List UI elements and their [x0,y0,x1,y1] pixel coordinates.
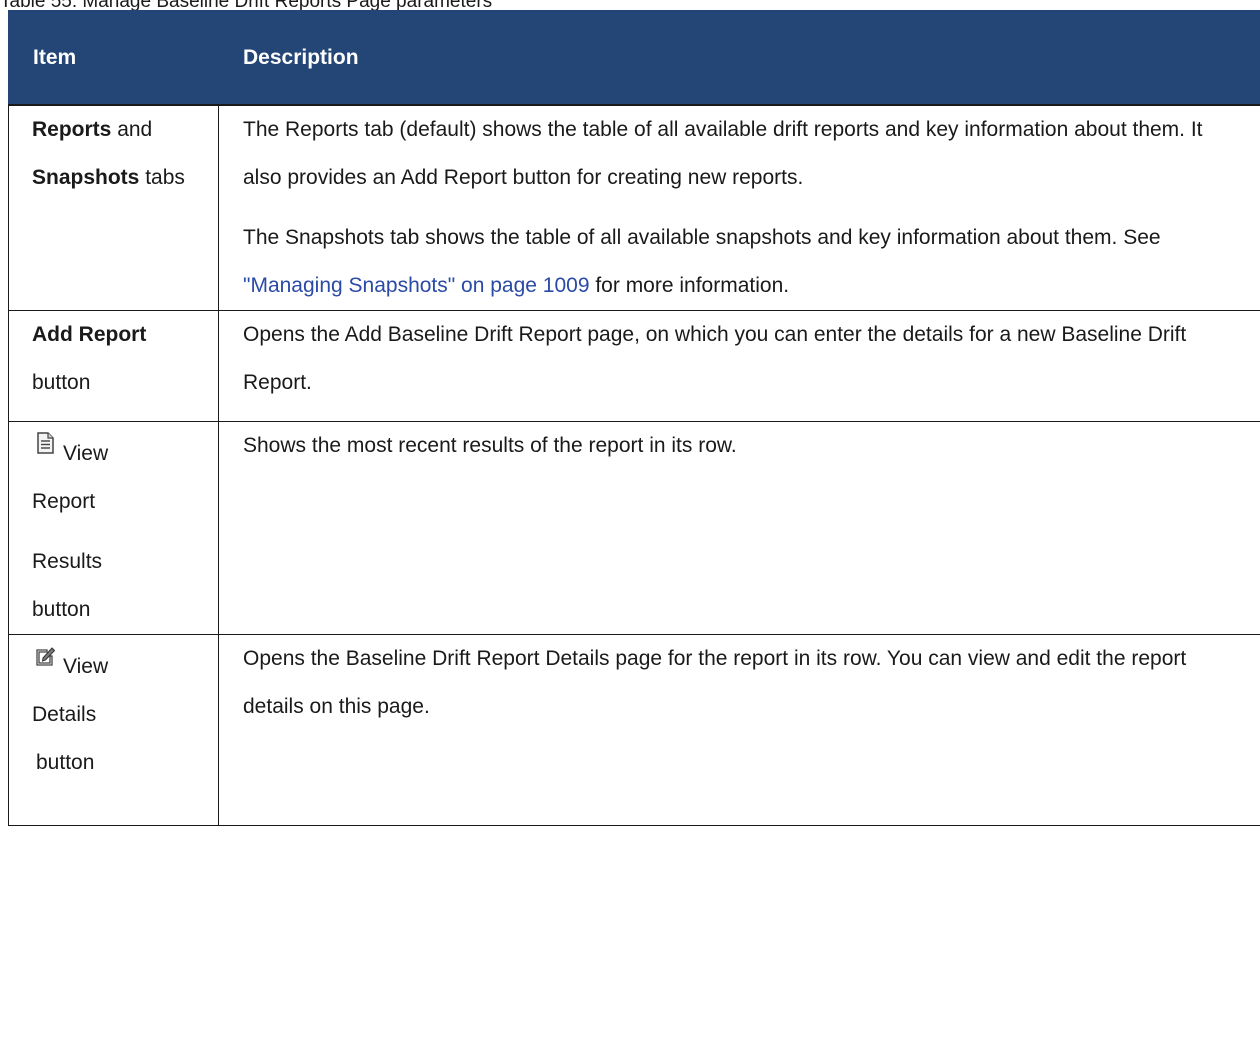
table-header-row: Item Description [8,10,1260,106]
description-paragraph: The Snapshots tab shows the table of all… [243,214,1236,310]
item-text: tabs [145,166,185,189]
description-cell: Opens the Baseline Drift Report Details … [218,634,1260,826]
column-header-description: Description [218,10,1260,106]
item-text: View [63,442,109,465]
description-cell: Shows the most recent results of the rep… [218,421,1260,635]
edit-pencil-icon [35,645,57,667]
item-bold-term: Add Report [32,323,147,346]
table-row: Reports and Snapshots tabs The Reports t… [8,104,1260,311]
item-cell: View Details button [8,634,219,826]
table-row: View Report Results button Shows the mos… [8,421,1260,635]
column-header-item: Item [8,10,219,106]
item-text: Report [32,490,96,513]
description-paragraph: The Reports tab (default) shows the tabl… [243,118,1203,189]
item-text: button [32,598,91,621]
item-text: and [117,118,153,141]
item-text: Details [32,703,97,726]
item-cell: Reports and Snapshots tabs [8,104,219,311]
item-text: button [32,371,91,394]
description-cell: Opens the Add Baseline Drift Report page… [218,310,1260,422]
managing-snapshots-link[interactable]: "Managing Snapshots" on page 1009 [243,274,590,297]
item-bold-term: Snapshots [32,166,140,189]
report-page-icon [35,432,57,454]
item-bold-term: Reports [32,118,112,141]
item-cell: View Report Results button [8,421,219,635]
item-text: button [36,751,95,774]
table-row: View Details button Opens the Baseline D… [8,634,1260,826]
description-text: The Snapshots tab shows the table of all… [243,226,1161,249]
item-cell: Add Report button [8,310,219,422]
item-text: Results [32,550,103,573]
table-row: Add Report button Opens the Add Baseline… [8,310,1260,422]
parameters-table: Item Description Reports and Snapshots t… [8,10,1260,826]
item-text: View [63,655,109,678]
description-cell: The Reports tab (default) shows the tabl… [218,104,1260,311]
description-text: for more information. [589,274,790,297]
